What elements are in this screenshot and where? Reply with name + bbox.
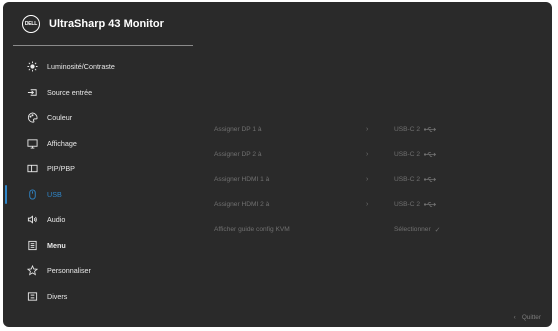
assign-hdmi2-value-text: USB-C 2 <box>394 201 421 208</box>
sidebar-item-label: Luminosité/Contraste <box>47 62 115 72</box>
kvm-guide-value-text: Sélectionner <box>394 226 431 233</box>
header-divider <box>13 45 193 46</box>
assign-hdmi2-label: Assigner HDMI 2 à <box>214 201 270 208</box>
sidebar-item-audio[interactable]: Audio <box>3 207 203 233</box>
sidebar-item-label: Affichage <box>47 138 77 148</box>
assign-dp1-value-text: USB-C 2 <box>394 126 421 133</box>
sidebar-item-brightness[interactable]: Luminosité/Contraste <box>3 54 203 80</box>
usb-icon <box>424 201 437 208</box>
assign-hdmi1-row[interactable]: Assigner HDMI 1 à › USB-C 2 <box>214 167 544 192</box>
assign-hdmi1-value: USB-C 2 <box>394 176 437 183</box>
sidebar-item-label: Divers <box>47 291 68 301</box>
assign-hdmi1-label: Assigner HDMI 1 à <box>214 176 270 183</box>
kvm-guide-value: Sélectionner ✓ <box>394 226 441 234</box>
monitor-title: UltraSharp 43 Monitor <box>49 18 164 30</box>
sidebar-item-usb[interactable]: USB <box>3 182 203 208</box>
assign-dp1-row[interactable]: Assigner DP 1 à › USB-C 2 <box>214 117 544 142</box>
sidebar-item-label: USB <box>47 189 62 199</box>
pip-icon <box>25 162 39 176</box>
assign-dp2-value-text: USB-C 2 <box>394 151 421 158</box>
sidebar-item-color[interactable]: Couleur <box>3 105 203 131</box>
chevron-left-icon: ‹ <box>513 314 516 321</box>
sidebar-item-label: Audio <box>47 215 66 225</box>
usb-settings-panel: Assigner DP 1 à › USB-C 2 Assigner DP 2 … <box>214 117 544 242</box>
kvm-guide-row[interactable]: Afficher guide config KVM Sélectionner ✓ <box>214 217 544 242</box>
sidebar-item-label: Personnaliser <box>47 266 91 276</box>
sidebar-item-input-source[interactable]: Source entrée <box>3 80 203 106</box>
menu-icon <box>25 238 39 252</box>
usb-icon <box>424 151 437 158</box>
assign-hdmi2-value: USB-C 2 <box>394 201 437 208</box>
sidebar-item-label: PIP/PBP <box>47 164 75 174</box>
checkmark-icon: ✓ <box>434 226 441 234</box>
assign-dp2-row[interactable]: Assigner DP 2 à › USB-C 2 <box>214 142 544 167</box>
speaker-icon <box>25 213 39 227</box>
sidebar-item-misc[interactable]: Divers <box>3 284 203 310</box>
chevron-right-icon: › <box>366 201 369 208</box>
usb-icon <box>424 126 437 133</box>
chevron-right-icon: › <box>366 176 369 183</box>
input-source-icon <box>25 85 39 99</box>
display-icon <box>25 136 39 150</box>
sidebar-item-personalize[interactable]: Personnaliser <box>3 258 203 284</box>
assign-hdmi1-value-text: USB-C 2 <box>394 176 421 183</box>
osd-header: DELL UltraSharp 43 Monitor <box>3 2 193 46</box>
star-icon <box>25 264 39 278</box>
usb-icon <box>424 176 437 183</box>
palette-icon <box>25 111 39 125</box>
assign-dp2-label: Assigner DP 2 à <box>214 151 262 158</box>
chevron-right-icon: › <box>366 151 369 158</box>
sidebar-item-menu[interactable]: Menu <box>3 233 203 259</box>
quit-label: Quitter <box>521 314 541 321</box>
mouse-icon <box>25 187 39 201</box>
assign-hdmi2-row[interactable]: Assigner HDMI 2 à › USB-C 2 <box>214 192 544 217</box>
assign-dp1-value: USB-C 2 <box>394 126 437 133</box>
osd-menu-window: DELL UltraSharp 43 Monitor Luminosité/Co… <box>3 2 552 327</box>
dell-logo: DELL <box>22 15 40 33</box>
sidebar-item-label: Couleur <box>47 113 73 123</box>
assign-dp1-label: Assigner DP 1 à <box>214 126 262 133</box>
kvm-guide-label: Afficher guide config KVM <box>214 226 290 233</box>
sidebar-item-label: Menu <box>47 240 66 250</box>
sidebar-item-label: Source entrée <box>47 87 93 97</box>
sun-icon <box>25 60 39 74</box>
sidebar-item-pip-pbp[interactable]: PIP/PBP <box>3 156 203 182</box>
chevron-right-icon: › <box>366 126 369 133</box>
quit-button[interactable]: ‹ Quitter <box>514 314 541 321</box>
misc-icon <box>25 289 39 303</box>
sidebar: Luminosité/Contraste Source entrée Coule… <box>3 54 203 309</box>
assign-dp2-value: USB-C 2 <box>394 151 437 158</box>
sidebar-item-display[interactable]: Affichage <box>3 131 203 157</box>
